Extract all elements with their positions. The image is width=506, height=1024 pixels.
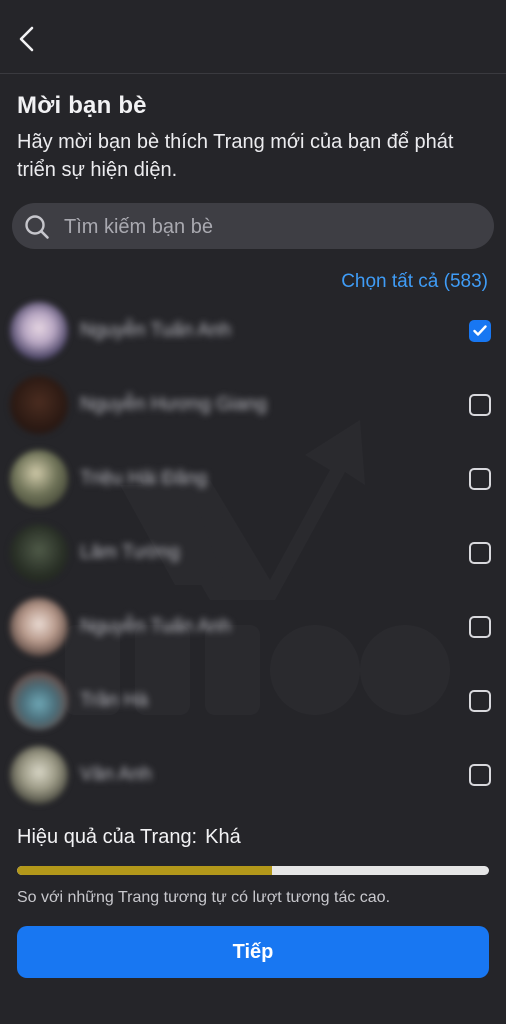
page-subtitle: Hãy mời bạn bè thích Trang mới của bạn đ… <box>17 131 454 181</box>
page-performance: Hiệu quả của Trang: Khá <box>17 826 241 849</box>
friend-name: Lâm Tường <box>80 542 180 563</box>
friend-checkbox[interactable] <box>469 394 491 416</box>
performance-bar-fill <box>17 866 272 875</box>
friend-name: Trần Hà <box>80 690 148 711</box>
next-button[interactable]: Tiếp <box>17 926 489 978</box>
page-title: Mời bạn bè <box>17 92 147 119</box>
performance-note: So với những Trang tương tự có lượt tươn… <box>17 889 391 906</box>
friend-row[interactable]: Nguyễn Tuấn Anh <box>0 296 506 366</box>
friend-row[interactable]: Vân Anh <box>0 740 506 810</box>
avatar <box>10 672 68 730</box>
performance-bar <box>17 866 489 875</box>
checkmark-icon <box>473 325 487 336</box>
friend-name: Triệu Hải Đăng <box>80 468 208 489</box>
avatar <box>10 302 68 360</box>
friend-name: Nguyễn Tuấn Anh <box>80 616 232 637</box>
select-all-link[interactable]: Chọn tất cả (583) <box>341 271 488 293</box>
avatar <box>10 450 68 508</box>
friend-row[interactable]: Lâm Tường <box>0 518 506 588</box>
search-input[interactable] <box>62 203 486 251</box>
friend-checkbox[interactable] <box>469 616 491 638</box>
friend-row[interactable]: Trần Hà <box>0 666 506 736</box>
avatar <box>10 376 68 434</box>
friend-row[interactable]: Nguyễn Hương Giang <box>0 370 506 440</box>
friend-checkbox[interactable] <box>469 468 491 490</box>
friend-checkbox[interactable] <box>469 542 491 564</box>
search-icon <box>25 215 49 239</box>
avatar <box>10 524 68 582</box>
avatar <box>10 598 68 656</box>
friend-checkbox[interactable] <box>469 690 491 712</box>
friend-row[interactable]: Nguyễn Tuấn Anh <box>0 592 506 662</box>
back-button[interactable] <box>14 22 44 56</box>
friend-checkbox[interactable] <box>469 320 491 342</box>
friend-checkbox[interactable] <box>469 764 491 786</box>
friend-row[interactable]: Triệu Hải Đăng <box>0 444 506 514</box>
chevron-left-icon <box>19 26 34 52</box>
friend-name: Nguyễn Tuấn Anh <box>80 320 232 341</box>
search-bar[interactable] <box>12 203 494 251</box>
friend-name: Nguyễn Hương Giang <box>80 394 267 415</box>
top-bar <box>0 0 506 74</box>
friend-name: Vân Anh <box>80 764 152 785</box>
avatar <box>10 746 68 804</box>
performance-value: Khá <box>205 826 241 848</box>
performance-label: Hiệu quả của Trang: <box>17 826 198 848</box>
